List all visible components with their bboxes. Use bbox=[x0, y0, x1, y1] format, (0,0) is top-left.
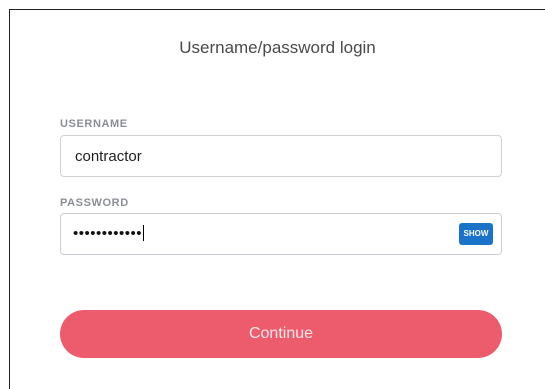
page-title: Username/password login bbox=[179, 38, 376, 57]
password-mask: •••••••••••• bbox=[73, 225, 143, 242]
username-label: USERNAME bbox=[60, 118, 128, 130]
password-label: PASSWORD bbox=[60, 197, 129, 209]
show-password-button[interactable]: SHOW bbox=[459, 223, 493, 245]
continue-button[interactable]: Continue bbox=[60, 310, 502, 358]
text-caret bbox=[143, 225, 145, 241]
login-panel: Username/password login USERNAME contrac… bbox=[9, 9, 545, 389]
username-value: contractor bbox=[75, 148, 142, 165]
password-value: •••••••••••• bbox=[73, 225, 145, 242]
username-field[interactable]: contractor bbox=[60, 135, 502, 177]
password-field[interactable]: •••••••••••• SHOW bbox=[60, 213, 502, 255]
